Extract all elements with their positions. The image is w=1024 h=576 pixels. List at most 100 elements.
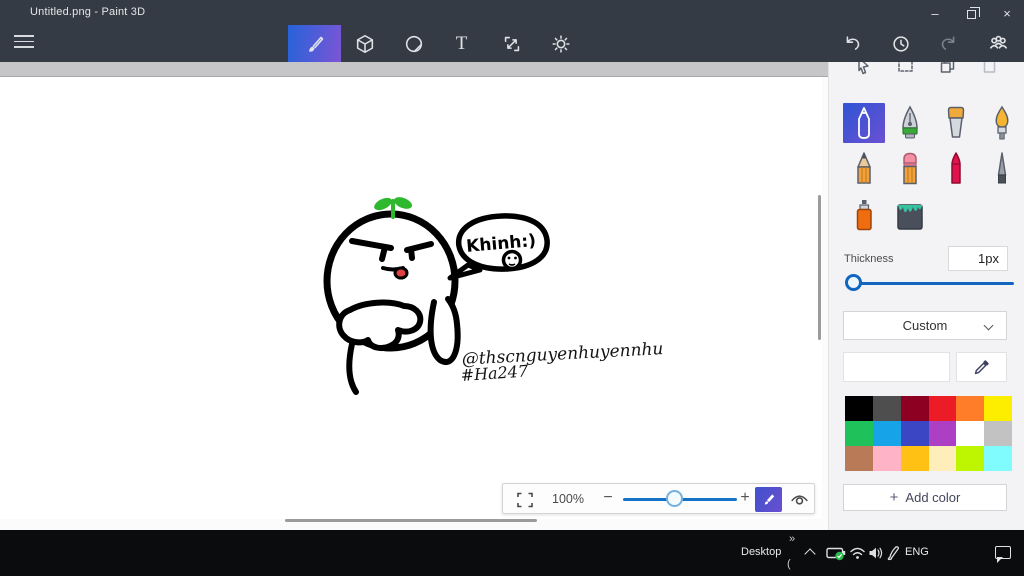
sprout-leaf-right	[393, 197, 413, 209]
effects-sun-icon	[551, 34, 570, 53]
cube-icon	[356, 34, 373, 53]
thickness-slider-thumb[interactable]	[845, 274, 862, 291]
draw-mode-button[interactable]	[755, 487, 782, 512]
palette-swatch-sky-blue[interactable]	[872, 421, 901, 446]
remix3d-people-icon	[989, 35, 1007, 49]
history-button[interactable]	[882, 25, 920, 62]
tab-text[interactable]: T	[438, 25, 485, 62]
restore-button[interactable]	[954, 0, 988, 26]
palette-swatch-cyan[interactable]	[984, 446, 1012, 471]
horizontal-scrollbar[interactable]	[285, 519, 537, 522]
chevron-up-icon	[804, 548, 816, 560]
tab-effects[interactable]	[537, 25, 584, 62]
pen-tray-icon[interactable]	[886, 545, 901, 566]
plus-icon: +	[889, 489, 899, 506]
language-indicator[interactable]: ENG	[905, 546, 929, 558]
drawing-canvas[interactable]: Khinh:) @thscnguyenhuyennhu #Ha247	[0, 77, 822, 519]
brush-pixel-pen[interactable]	[981, 149, 1023, 189]
toolbar-overflow-chevron[interactable]: »	[789, 533, 795, 545]
brush-pencil[interactable]	[843, 149, 885, 189]
pencil-icon	[857, 152, 871, 184]
remix3d-button[interactable]	[979, 25, 1017, 62]
palette-swatch-white[interactable]	[956, 421, 985, 446]
palette-swatch-lime[interactable]	[956, 446, 985, 471]
brush-marker[interactable]	[843, 103, 885, 143]
brush-spray-can[interactable]	[843, 195, 885, 235]
signature-line2: #Ha247	[460, 361, 529, 385]
wifi-tray-icon[interactable]	[849, 546, 866, 565]
fit-to-window-icon	[517, 492, 533, 508]
thickness-input[interactable]	[948, 246, 1008, 271]
palette-swatch-pink[interactable]	[872, 446, 901, 471]
wifi-icon	[850, 547, 865, 559]
crescent-glyph: (	[787, 558, 791, 570]
brush-icon	[308, 36, 323, 52]
calligraphy-pen-icon	[902, 105, 918, 139]
palette-swatch-black[interactable]	[845, 396, 873, 421]
action-center-button[interactable]	[995, 546, 1011, 563]
palette-swatch-cream[interactable]	[928, 446, 957, 471]
palette-swatch-yellow[interactable]	[984, 396, 1012, 421]
desktop-toolbar-label[interactable]: Desktop	[741, 546, 781, 558]
vertical-scrollbar[interactable]	[818, 195, 821, 340]
hamburger-menu-icon[interactable]	[14, 35, 34, 48]
undo-button[interactable]	[833, 25, 871, 62]
eraser-icon	[903, 152, 917, 185]
eyedropper-button[interactable]	[956, 352, 1007, 382]
brush-style-dropdown[interactable]: Custom	[843, 311, 1007, 340]
tab-stickers[interactable]	[390, 25, 437, 62]
tongue	[393, 266, 409, 280]
palette-swatch-orange[interactable]	[956, 396, 985, 421]
thickness-label: Thickness	[844, 253, 894, 265]
brush-calligraphy-pen[interactable]	[889, 103, 931, 143]
tab-3d-shapes[interactable]	[341, 25, 388, 62]
palette-swatch-red[interactable]	[928, 396, 957, 421]
palette-swatch-gray[interactable]	[984, 421, 1012, 446]
brush-eraser[interactable]	[889, 149, 931, 189]
palette-swatch-gold[interactable]	[900, 446, 929, 471]
close-button[interactable]: ×	[990, 0, 1024, 26]
fill-bucket-icon	[897, 204, 923, 230]
brush-fill[interactable]	[889, 195, 931, 235]
smiley-face	[501, 249, 523, 271]
palette-swatch-dark-gray[interactable]	[872, 396, 901, 421]
add-color-button[interactable]: + Add color	[843, 484, 1007, 511]
volume-tray-icon[interactable]	[868, 546, 884, 565]
history-clock-icon	[893, 35, 909, 52]
close-icon: ×	[1003, 5, 1011, 21]
eye-icon	[790, 495, 808, 505]
palette-swatch-dark-red[interactable]	[900, 396, 929, 421]
zoom-level: 100%	[552, 492, 584, 506]
palette-swatch-purple[interactable]	[928, 421, 957, 446]
current-color-swatch[interactable]	[843, 352, 950, 382]
tab-brushes[interactable]	[288, 25, 341, 62]
canvas-resize-icon	[504, 36, 519, 51]
tab-canvas[interactable]	[488, 25, 535, 62]
canvas-top-margin	[0, 62, 828, 77]
brush-watercolor[interactable]	[981, 103, 1023, 143]
paint3d-window: Untitled.png - Paint 3D – × T Khinh:) @t…	[0, 0, 1024, 576]
thickness-slider-track[interactable]	[846, 282, 1014, 285]
window-title: Untitled.png - Paint 3D	[30, 6, 146, 18]
palette-swatch-brown[interactable]	[845, 446, 873, 471]
smiley-eye-right	[514, 256, 517, 260]
palette-swatch-indigo[interactable]	[900, 421, 929, 446]
zoom-in-button[interactable]: +	[736, 489, 754, 507]
view-mode-button[interactable]	[788, 490, 810, 510]
zoom-slider-thumb[interactable]	[666, 490, 683, 507]
fit-to-window-button[interactable]	[515, 490, 535, 510]
smiley-eye-left	[507, 256, 511, 260]
palette-swatch-green[interactable]	[845, 421, 873, 446]
minimize-button[interactable]: –	[918, 0, 952, 26]
redo-button[interactable]	[930, 25, 968, 62]
brush-crayon[interactable]	[935, 149, 977, 189]
redo-icon	[941, 35, 955, 50]
zoom-out-button[interactable]: −	[599, 489, 617, 507]
brush-oil[interactable]	[935, 103, 977, 143]
artwork: Khinh:) @thscnguyenhuyennhu #Ha247	[323, 197, 664, 395]
battery-tray-icon[interactable]	[826, 546, 847, 566]
show-hidden-icons-button[interactable]	[804, 546, 816, 560]
battery-icon	[826, 547, 846, 561]
draw-mode-brush-icon	[764, 494, 775, 505]
work-area: Khinh:) @thscnguyenhuyennhu #Ha247 100% …	[0, 62, 828, 530]
